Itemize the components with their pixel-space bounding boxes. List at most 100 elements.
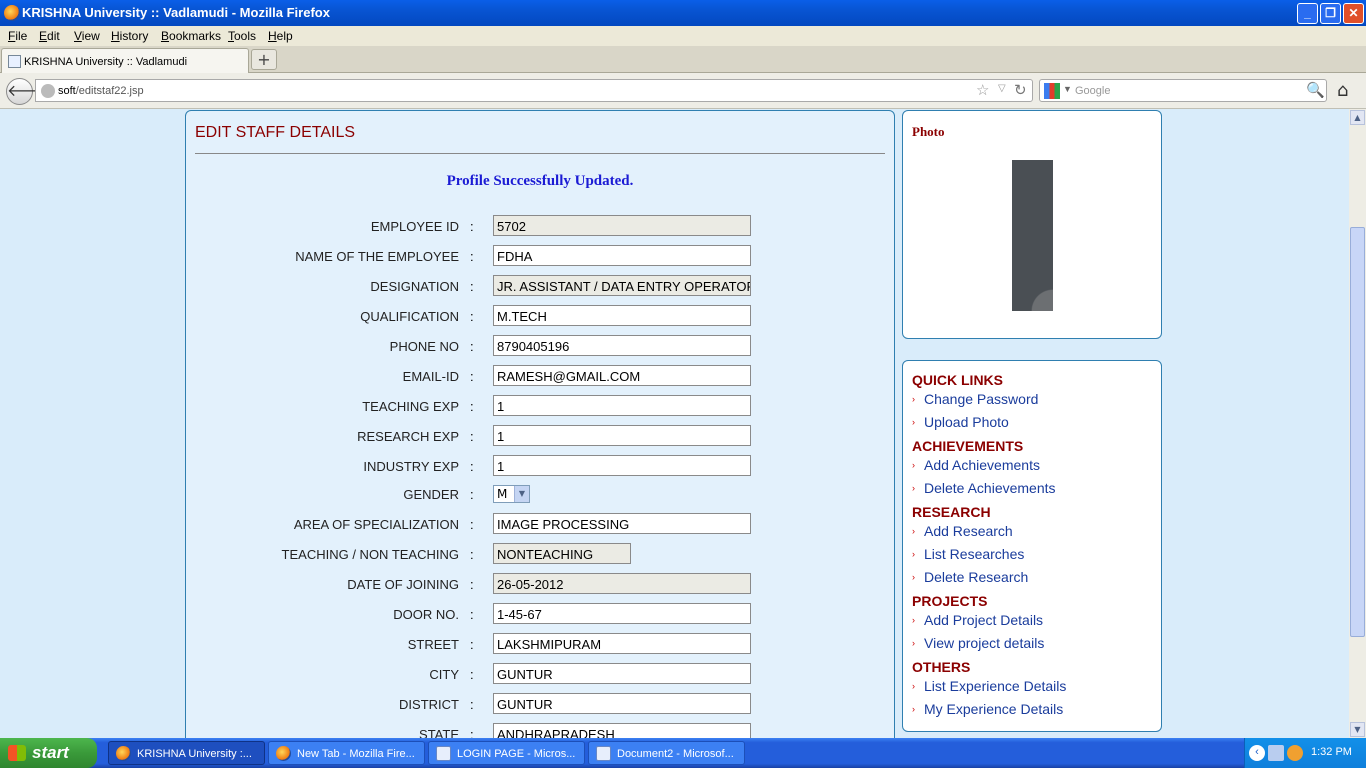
maximize-button[interactable]: ❐: [1320, 3, 1341, 24]
window-titlebar: KRISHNA University :: Vadlamudi - Mozill…: [0, 0, 1366, 26]
bullet-icon: ›: [912, 394, 915, 404]
security-icon[interactable]: [1287, 745, 1303, 761]
field-label: EMPLOYEE ID: [370, 219, 459, 234]
form-row-district: DISTRICT: GUNTUR: [186, 693, 894, 715]
tab-bar: KRISHNA University :: Vadlamudi +: [0, 46, 1366, 74]
street-field[interactable]: LAKSHMIPURAM: [493, 633, 751, 654]
menu-help[interactable]: Help: [268, 29, 293, 43]
task-label: Document2 - Microsof...: [617, 748, 734, 760]
qualification-field[interactable]: M.TECH: [493, 305, 751, 326]
start-button[interactable]: start: [0, 738, 97, 768]
menu-history[interactable]: History: [111, 29, 148, 43]
designation-field[interactable]: JR. ASSISTANT / DATA ENTRY OPERATOR: [493, 275, 751, 296]
task-login-page[interactable]: LOGIN PAGE - Micros...: [428, 741, 585, 765]
link-view-project-details[interactable]: › View project details: [912, 635, 1044, 651]
edit-staff-panel: EDIT STAFF DETAILS Profile Successfully …: [185, 110, 895, 738]
back-arrow-icon[interactable]: 🡐: [6, 78, 50, 105]
scroll-up-icon[interactable]: ▲: [1350, 110, 1365, 125]
specialization-field[interactable]: IMAGE PROCESSING: [493, 513, 751, 534]
state-field[interactable]: ANDHRAPRADESH: [493, 723, 751, 738]
phone-field[interactable]: 8790405196: [493, 335, 751, 356]
teaching-type-field[interactable]: NONTEACHING: [493, 543, 631, 564]
window-title: KRISHNA University :: Vadlamudi - Mozill…: [22, 5, 330, 20]
task-krishna-university[interactable]: KRISHNA University :...: [108, 741, 265, 765]
field-label: RESEARCH EXP: [357, 429, 459, 444]
teaching-exp-field[interactable]: 1: [493, 395, 751, 416]
date-of-joining-field[interactable]: 26-05-2012: [493, 573, 751, 594]
city-field[interactable]: GUNTUR: [493, 663, 751, 684]
field-label: DESIGNATION: [370, 279, 459, 294]
task-label: KRISHNA University :...: [137, 748, 252, 760]
link-change-password[interactable]: › Change Password: [912, 391, 1038, 407]
form-row-door-no: DOOR NO.: 1-45-67: [186, 603, 894, 625]
link-add-achievements[interactable]: › Add Achievements: [912, 457, 1040, 473]
link-delete-research[interactable]: › Delete Research: [912, 569, 1028, 585]
scroll-down-icon[interactable]: ▼: [1350, 722, 1365, 737]
section-research: RESEARCH: [912, 504, 991, 520]
district-field[interactable]: GUNTUR: [493, 693, 751, 714]
menu-edit[interactable]: Edit: [39, 29, 60, 43]
door-no-field[interactable]: 1-45-67: [493, 603, 751, 624]
reload-icon[interactable]: ↻: [1014, 81, 1027, 99]
research-exp-field[interactable]: 1: [493, 425, 751, 446]
search-icon[interactable]: 🔍: [1306, 81, 1325, 99]
search-box[interactable]: ▼ Google 🔍: [1039, 79, 1327, 102]
gender-select[interactable]: M ▼: [493, 485, 530, 503]
network-icon[interactable]: [1268, 745, 1284, 761]
tab-krishna-university[interactable]: KRISHNA University :: Vadlamudi: [1, 48, 249, 74]
clock[interactable]: 1:32 PM: [1311, 746, 1352, 758]
menu-bookmarks[interactable]: Bookmarks: [161, 29, 221, 43]
link-list-experience-details[interactable]: › List Experience Details: [912, 678, 1066, 694]
tray-expand-icon[interactable]: ‹: [1249, 745, 1265, 761]
url-bar[interactable]: soft/editstaf22.jsp ☆ ▽ ↻: [35, 79, 1033, 102]
link-add-research[interactable]: › Add Research: [912, 523, 1013, 539]
scroll-thumb[interactable]: [1350, 227, 1365, 637]
task-label: LOGIN PAGE - Micros...: [457, 748, 576, 760]
bookmark-star-icon[interactable]: ☆: [976, 81, 989, 99]
link-add-project-details[interactable]: › Add Project Details: [912, 612, 1043, 628]
link-list-researches[interactable]: › List Researches: [912, 546, 1024, 562]
section-projects: PROJECTS: [912, 593, 988, 609]
industry-exp-field[interactable]: 1: [493, 455, 751, 476]
employee-id-field[interactable]: 5702: [493, 215, 751, 236]
field-label: EMAIL-ID: [402, 369, 459, 384]
new-tab-button[interactable]: +: [251, 49, 277, 70]
photo-heading: Photo: [912, 124, 945, 139]
engine-dropdown-icon[interactable]: ▼: [1063, 84, 1072, 94]
firefox-icon: [276, 746, 291, 761]
bullet-icon: ›: [912, 460, 915, 470]
field-label: GENDER: [403, 487, 459, 502]
link-my-experience-details[interactable]: › My Experience Details: [912, 701, 1063, 717]
field-label: QUALIFICATION: [360, 309, 459, 324]
task-new-tab[interactable]: New Tab - Mozilla Fire...: [268, 741, 425, 765]
system-tray: ‹ 1:32 PM: [1244, 738, 1366, 768]
minimize-button[interactable]: _: [1297, 3, 1318, 24]
menu-tools[interactable]: Tools: [228, 29, 256, 43]
navigation-bar: 🡐 soft/editstaf22.jsp ☆ ▽ ↻ ▼ Google 🔍 ⌂: [0, 73, 1366, 109]
menu-view[interactable]: View: [74, 29, 100, 43]
menu-file[interactable]: File: [8, 29, 27, 43]
link-delete-achievements[interactable]: › Delete Achievements: [912, 480, 1056, 496]
email-field[interactable]: RAMESH@GMAIL.COM: [493, 365, 751, 386]
form-row-gender: GENDER: M ▼: [186, 485, 894, 507]
bullet-icon: ›: [912, 638, 915, 648]
form-row-employee-id: EMPLOYEE ID: 5702: [186, 215, 894, 237]
employee-name-field[interactable]: FDHA: [493, 245, 751, 266]
field-label: DISTRICT: [399, 697, 459, 712]
form-row-phone: PHONE NO: 8790405196: [186, 335, 894, 357]
home-icon[interactable]: ⌂: [1337, 80, 1348, 101]
link-upload-photo[interactable]: › Upload Photo: [912, 414, 1009, 430]
taskbar: start KRISHNA University :... New Tab - …: [0, 738, 1366, 768]
close-button[interactable]: ✕: [1343, 3, 1364, 24]
bullet-icon: ›: [912, 483, 915, 493]
field-label: DATE OF JOINING: [347, 577, 459, 592]
vertical-scrollbar[interactable]: ▲ ▼: [1349, 109, 1366, 738]
form-row-state: STATE: ANDHRAPRADESH: [186, 723, 894, 738]
history-dropdown-icon[interactable]: ▽: [998, 83, 1006, 94]
section-quick-links: QUICK LINKS: [912, 372, 1003, 388]
task-document2[interactable]: Document2 - Microsof...: [588, 741, 745, 765]
chevron-down-icon[interactable]: ▼: [514, 486, 529, 502]
globe-icon: [41, 84, 55, 98]
staff-photo: [1012, 160, 1053, 311]
windows-logo-icon: [8, 745, 26, 761]
